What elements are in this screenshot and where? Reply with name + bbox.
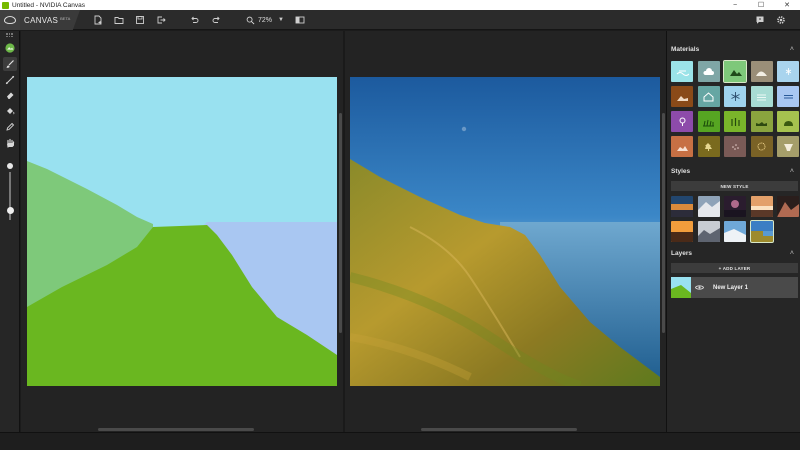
panel-divider	[343, 31, 345, 432]
new-file-icon[interactable]	[91, 13, 105, 27]
style-thumbnail[interactable]	[697, 196, 720, 217]
hand-pan-icon[interactable]	[3, 136, 17, 150]
sand-icon[interactable]	[750, 136, 773, 157]
layer-name: New Layer 1	[713, 284, 749, 291]
house-icon[interactable]	[697, 86, 720, 107]
style-thumbnail[interactable]	[697, 221, 720, 242]
export-icon[interactable]	[154, 13, 168, 27]
styles-title: Styles	[671, 168, 691, 175]
tall-grass-icon[interactable]	[724, 111, 746, 132]
flower-icon[interactable]	[671, 111, 693, 132]
canvas-workspace	[21, 31, 666, 432]
brush-size-max-icon	[7, 163, 13, 169]
line-icon[interactable]	[3, 73, 17, 87]
status-bar	[0, 432, 800, 450]
style-thumbnail[interactable]	[671, 196, 693, 217]
window-title: Untitled - NVIDIA Canvas	[12, 1, 85, 9]
eraser-icon[interactable]	[3, 88, 17, 102]
brush-icon[interactable]	[3, 57, 17, 71]
field-icon[interactable]	[750, 111, 773, 132]
style-thumbnail[interactable]	[750, 196, 773, 217]
right-vertical-scrollbar[interactable]	[662, 113, 665, 333]
gear-icon[interactable]	[774, 13, 788, 27]
undo-icon[interactable]	[187, 13, 201, 27]
snow-icon[interactable]	[777, 61, 799, 82]
save-icon[interactable]	[133, 13, 147, 27]
materials-grid	[671, 60, 799, 157]
rock-icon[interactable]	[671, 136, 693, 157]
title-bar: Untitled - NVIDIA Canvas − ☐ ✕	[0, 0, 800, 10]
eyedropper-icon[interactable]	[3, 120, 17, 134]
chevron-down-icon: ▼	[278, 17, 284, 23]
brand: CANVAS BETA	[20, 10, 80, 30]
materials-collapse-icon[interactable]: ˄	[790, 46, 794, 53]
dirt-icon[interactable]	[671, 86, 693, 107]
beta-badge: BETA	[60, 15, 71, 21]
top-toolbar: CANVAS BETA 72% ▼	[0, 10, 800, 30]
brand-name: CANVAS	[24, 15, 59, 25]
fog-icon[interactable]	[750, 86, 773, 107]
right-horizontal-scrollbar[interactable]	[421, 428, 577, 431]
open-folder-icon[interactable]	[112, 13, 126, 27]
add-layer-button[interactable]: + ADD LAYER	[671, 263, 798, 273]
eye-visibility-icon[interactable]	[695, 284, 707, 291]
mountain-icon[interactable]	[723, 60, 747, 83]
tree-icon[interactable]	[697, 136, 720, 157]
generated-image	[350, 77, 660, 386]
snowflake-icon[interactable]	[724, 86, 746, 107]
tool-palette	[0, 31, 20, 432]
fill-bucket-icon[interactable]	[3, 104, 17, 118]
layers-title: Layers	[671, 250, 692, 257]
style-thumbnail[interactable]	[671, 221, 693, 242]
left-vertical-scrollbar[interactable]	[339, 113, 342, 333]
gravel-icon[interactable]	[724, 136, 746, 157]
cloud-icon[interactable]	[697, 61, 720, 82]
minimize-button[interactable]: −	[722, 0, 748, 10]
nvidia-logo	[0, 10, 20, 30]
water-icon[interactable]	[777, 86, 799, 107]
style-thumbnail[interactable]	[724, 196, 746, 217]
close-button[interactable]: ✕	[774, 0, 800, 10]
zoom-icon	[246, 16, 255, 24]
right-panel: Materials ˄ Styles ˄ NEW STYLE Layers ˄ …	[666, 31, 800, 432]
hill-icon[interactable]	[750, 61, 773, 82]
style-thumbnail[interactable]	[777, 196, 799, 217]
bush-icon[interactable]	[777, 111, 799, 132]
style-thumbnail[interactable]	[724, 221, 746, 242]
left-horizontal-scrollbar[interactable]	[98, 428, 254, 431]
layers-collapse-icon[interactable]: ˄	[790, 250, 794, 257]
grip-handle[interactable]	[6, 33, 14, 37]
grass-icon[interactable]	[697, 111, 720, 132]
brush-size-knob[interactable]	[6, 206, 14, 214]
app-icon	[2, 1, 9, 9]
layer-item[interactable]: New Layer 1	[671, 277, 798, 298]
segmentation-canvas[interactable]	[27, 77, 337, 386]
materials-title: Materials	[671, 46, 700, 53]
zoom-control[interactable]: 72% ▼	[246, 13, 284, 27]
zoom-value: 72%	[258, 16, 273, 24]
styles-grid	[671, 196, 799, 243]
split-view-icon[interactable]	[293, 13, 307, 27]
new-style-button[interactable]: NEW STYLE	[671, 181, 798, 191]
layer-thumbnail	[671, 277, 691, 298]
sky-icon[interactable]	[671, 61, 693, 82]
style-thumbnail-selected[interactable]	[749, 220, 774, 243]
styles-collapse-icon[interactable]: ˄	[790, 168, 794, 175]
chat-feedback-icon[interactable]	[753, 13, 767, 27]
material-brush-icon[interactable]	[3, 41, 17, 55]
stone-icon[interactable]	[777, 136, 799, 157]
app-window: Untitled - NVIDIA Canvas − ☐ ✕ CANVAS BE…	[0, 0, 800, 450]
maximize-button[interactable]: ☐	[748, 0, 774, 10]
redo-icon[interactable]	[210, 13, 224, 27]
